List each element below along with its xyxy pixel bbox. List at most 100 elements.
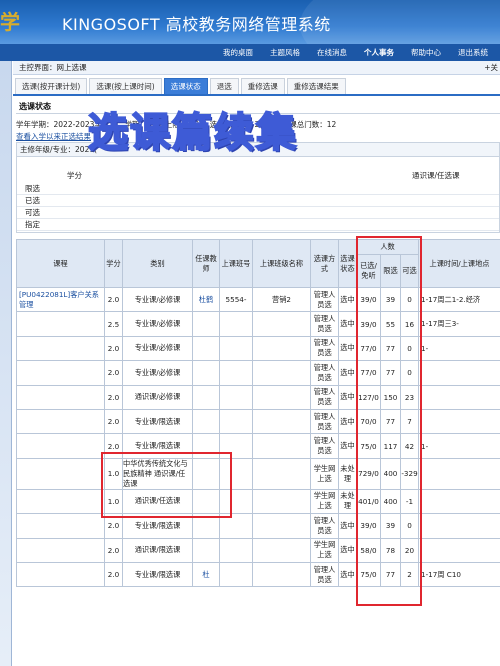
- cell-teacher[interactable]: [192, 335, 220, 362]
- nav-item-3[interactable]: 个人事务: [364, 47, 394, 58]
- cell-class-no: [219, 335, 253, 362]
- cell-state: 选中: [338, 433, 357, 459]
- cell-class-name: [252, 433, 311, 459]
- table-row: 1.0 中华优秀传统文化与民族精神 通识课/任选课 学生网上选 未处理 729/0 400…: [16, 457, 500, 490]
- left-frame-strip[interactable]: [0, 61, 12, 666]
- cell-class-no: [219, 537, 253, 563]
- cell-state: 选中: [338, 360, 357, 386]
- cell-teacher[interactable]: 杜: [192, 561, 220, 588]
- school-logo: 学: [0, 10, 20, 34]
- cell-state: 选中: [338, 384, 357, 410]
- cell-class-name: [252, 335, 311, 362]
- cell-teacher[interactable]: [192, 537, 220, 563]
- cell-course[interactable]: [16, 513, 105, 539]
- collapse-toggle[interactable]: +关: [484, 61, 498, 75]
- table-row: 2.0 专业课/必修课 管理人员选 选中 77/0 77 0: [16, 360, 500, 386]
- cell-category: 通识课/必修课: [122, 384, 193, 410]
- cell-time: [418, 513, 500, 539]
- table-row: 2.0 专业课/必修课 管理人员选 选中 77/0 77 0 1-: [16, 335, 500, 362]
- cell-teacher[interactable]: [192, 408, 220, 435]
- tab-5[interactable]: 重修选课结果: [286, 78, 346, 94]
- cell-class-name: [252, 311, 311, 337]
- cell-category: 专业课/限选课: [122, 408, 193, 435]
- cell-credit: 2.0: [104, 384, 123, 410]
- cell-class-no: 5554-: [219, 286, 253, 313]
- highlight-box-counts: [356, 236, 422, 606]
- cell-class-name: [252, 384, 311, 410]
- cell-credit: 2.5: [104, 311, 123, 337]
- cell-course[interactable]: [16, 433, 105, 459]
- cell-time: 1-17周三3-: [418, 311, 500, 337]
- table-row: 2.0 专业课/限选课 管理人员选 选中 70/0 77 7: [16, 408, 500, 435]
- cell-course[interactable]: [16, 457, 105, 490]
- cell-course[interactable]: [16, 537, 105, 563]
- cell-class-name: [252, 537, 311, 563]
- cell-method: 管理人员选: [310, 408, 339, 435]
- cell-state: 未处理: [338, 488, 357, 515]
- cell-method: 管理人员选: [310, 286, 339, 313]
- table-row: 2.0 通识课/限选课 学生网上选 选中 58/0 78 20: [16, 537, 500, 563]
- cell-course[interactable]: [16, 488, 105, 515]
- tab-2[interactable]: 选课状态: [163, 78, 208, 94]
- cell-method: 学生网上选: [310, 537, 339, 563]
- nav-item-1[interactable]: 主题风格: [270, 47, 300, 58]
- cell-class-no: [219, 384, 253, 410]
- cell-teacher[interactable]: [192, 384, 220, 410]
- table-row: 2.0 专业课/限选课 管理人员选 选中 39/0 39 0: [16, 513, 500, 539]
- cell-teacher[interactable]: 杜鹤: [192, 286, 220, 313]
- cell-method: 管理人员选: [310, 561, 339, 588]
- col-method: 选课方式: [310, 239, 339, 288]
- cell-course[interactable]: [16, 360, 105, 386]
- major-credit-col: 学分: [67, 171, 82, 180]
- cell-credit: 2.0: [104, 408, 123, 435]
- cell-category: 通识课/限选课: [122, 537, 193, 563]
- nav-item-2[interactable]: 在线消息: [317, 47, 347, 58]
- cell-category: 专业课/必修课: [122, 335, 193, 362]
- cell-time: 1-: [418, 335, 500, 362]
- cell-time: [418, 360, 500, 386]
- cell-teacher[interactable]: [192, 311, 220, 337]
- cell-teacher[interactable]: [192, 360, 220, 386]
- major-row-limit: 限选: [17, 183, 499, 195]
- cell-course[interactable]: [PU0422081L]客户关系管理: [16, 286, 105, 313]
- cell-state: 选中: [338, 513, 357, 539]
- cell-time: [418, 384, 500, 410]
- section-title: 选课状态: [19, 102, 51, 111]
- nav-item-0[interactable]: 我的桌面: [223, 47, 253, 58]
- cell-course[interactable]: [16, 408, 105, 435]
- table-row: [PU0422081L]客户关系管理 2.0 专业课/必修课 杜鹤 5554- 营销2 管理…: [16, 286, 500, 313]
- cell-method: 管理人员选: [310, 360, 339, 386]
- tab-0[interactable]: 选课(按开课计划): [15, 78, 88, 94]
- cell-course[interactable]: [16, 311, 105, 337]
- major-row-assigned: 指定: [17, 219, 499, 231]
- cell-class-name: [252, 360, 311, 386]
- cell-credit: 2.0: [104, 360, 123, 386]
- col-course: 课程: [16, 239, 105, 288]
- tab-bar: 选课(按开课计划) 选课(按上课时间) 选课状态 退选 重修选课 重修选课结果: [13, 78, 500, 96]
- cell-method: 管理人员选: [310, 335, 339, 362]
- cell-class-name: 营销2: [252, 286, 311, 313]
- tab-4[interactable]: 重修选课: [240, 78, 285, 94]
- cell-class-no: [219, 311, 253, 337]
- course-table: 课程 学分 类别 任课教师 上课班号 上课班级名称 选课方式 选课状态 人数 上…: [16, 239, 500, 588]
- cell-state: 选中: [338, 286, 357, 313]
- cell-course[interactable]: [16, 384, 105, 410]
- nav-item-5[interactable]: 退出系统: [458, 47, 488, 58]
- cell-category: 专业课/必修课: [122, 360, 193, 386]
- view-results-link[interactable]: 查看入学以来正选结果: [16, 131, 91, 142]
- cell-method: 管理人员选: [310, 311, 339, 337]
- cell-course[interactable]: [16, 561, 105, 588]
- cell-state: 选中: [338, 335, 357, 362]
- cell-state: 未处理: [338, 457, 357, 490]
- col-category: 类别: [122, 239, 193, 288]
- col-class-name: 上课班级名称: [252, 239, 311, 288]
- tab-1[interactable]: 选课(按上课时间): [89, 78, 162, 94]
- cell-course[interactable]: [16, 335, 105, 362]
- cell-category: 专业课/限选课: [122, 561, 193, 588]
- tab-3[interactable]: 退选: [209, 78, 239, 94]
- cell-category: 专业课/必修课: [122, 286, 193, 313]
- cell-method: 管理人员选: [310, 384, 339, 410]
- cell-state: 选中: [338, 408, 357, 435]
- nav-item-4[interactable]: 帮助中心: [411, 47, 441, 58]
- cell-credit: 2.0: [104, 335, 123, 362]
